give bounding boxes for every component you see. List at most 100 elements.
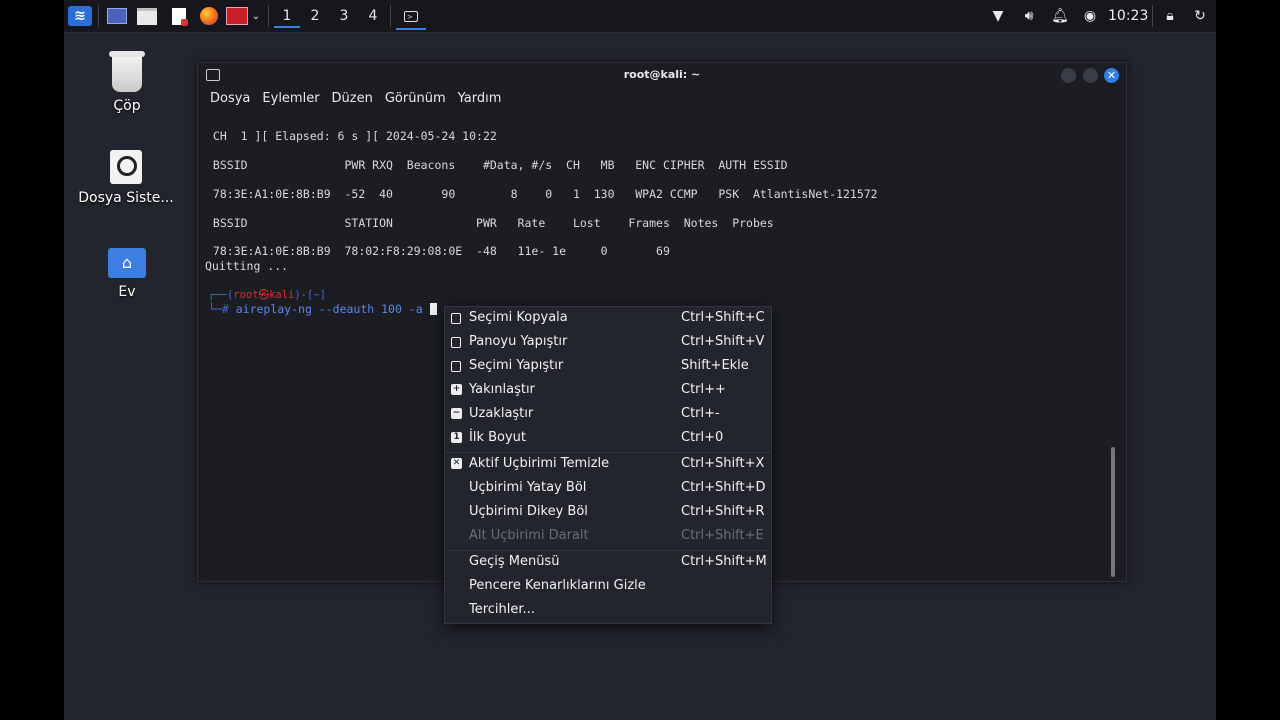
top-panel: ≋ ⌄ 1 2 3 4 > ▼ 🔊︎ 🔔︎ ◉ 10:23 🔒︎ ↻ — [64, 0, 1216, 33]
menu-view[interactable]: Görünüm — [379, 87, 452, 113]
chevron-down-icon[interactable]: ⌄ — [250, 6, 262, 26]
menu-item-label: Alt Uçbirimi Daralt — [469, 528, 589, 543]
prompt-prefix: ┌──( — [208, 289, 234, 301]
prompt-user: root㉿kali — [233, 289, 295, 301]
zoom-in-icon: + — [451, 384, 462, 395]
shell-command-line[interactable]: └─# aireplay-ng --deauth 100 -a — [208, 302, 437, 316]
terminal-output-line: 78:3E:A1:0E:8B:B9 78:02:F8:29:08:0E -48 … — [206, 244, 670, 258]
zoom-out-icon: − — [451, 408, 462, 419]
shell-prompt: ┌──(root㉿kali)-[~] — [208, 287, 326, 302]
power-icon[interactable]: ◉ — [1080, 6, 1100, 26]
panel-separator — [98, 5, 99, 27]
panel-separator — [390, 5, 391, 27]
panel-separator — [1152, 5, 1153, 27]
menu-file[interactable]: Dosya — [204, 87, 256, 113]
desktop-icon-label: Çöp — [113, 98, 141, 114]
shell-command: aireplay-ng --deauth 100 -a — [235, 302, 423, 316]
window-title: root@kali: ~ — [623, 68, 701, 81]
volume-icon[interactable]: 🔊︎ — [1018, 6, 1040, 26]
text-cursor — [429, 303, 437, 315]
menu-item-shortcut: Ctrl+Shift+X — [681, 456, 765, 471]
menu-item-shortcut: Shift+Ekle — [681, 358, 749, 373]
menu-item-zoom-out[interactable]: − Uzaklaştır Ctrl+- — [445, 403, 771, 427]
menu-item-label: Geçiş Menüsü — [469, 554, 560, 569]
desktop-icon-label: Ev — [118, 284, 136, 300]
menu-item-reset-zoom[interactable]: 1 İlk Boyut Ctrl+0 — [445, 427, 771, 451]
prompt-suffix: )-[~] — [294, 289, 326, 301]
close-button[interactable]: ✕ — [1104, 68, 1119, 83]
panel-separator — [268, 5, 269, 27]
terminal-taskbar-button[interactable]: > — [396, 4, 426, 30]
notification-bell-icon[interactable]: 🔔︎ — [1050, 6, 1070, 26]
kali-dragon-icon[interactable]: ≋ — [68, 6, 92, 26]
menu-item-hide-borders[interactable]: Pencere Kenarlıklarını Gizle — [445, 575, 771, 599]
home-folder-icon: ⌂ — [108, 248, 146, 278]
zoom-reset-icon: 1 — [451, 432, 462, 443]
menu-item-shortcut: Ctrl+Shift+D — [681, 480, 766, 495]
terminal-output-line: CH 1 ][ Elapsed: 6 s ][ 2024-05-24 10:22 — [206, 129, 497, 143]
menu-item-clear-terminal[interactable]: ✕ Aktif Uçbirimi Temizle Ctrl+Shift+X — [445, 453, 771, 477]
menu-item-label: Panoyu Yapıştır — [469, 334, 568, 349]
minimize-button[interactable] — [1061, 68, 1076, 83]
terminal-scrollbar[interactable] — [1111, 447, 1115, 577]
menu-item-label: İlk Boyut — [469, 430, 527, 445]
clock[interactable]: 10:23 — [1108, 6, 1148, 26]
workspace-4[interactable]: 4 — [360, 6, 386, 26]
copy-icon — [451, 313, 461, 324]
file-manager-icon[interactable] — [136, 6, 158, 26]
logout-icon[interactable]: ↻ — [1190, 6, 1210, 26]
terminal-icon: > — [404, 10, 418, 22]
text-editor-icon[interactable] — [168, 6, 190, 26]
menu-item-label: Uçbirimi Dikey Böl — [469, 504, 588, 519]
paste-icon — [451, 337, 461, 348]
menu-item-copy-selection[interactable]: Seçimi Kopyala Ctrl+Shift+C — [445, 307, 771, 331]
desktop-icon-home[interactable]: ⌂ Ev — [72, 248, 182, 300]
video-letterbox-right — [1216, 0, 1280, 720]
menu-item-label: Yakınlaştır — [469, 382, 535, 397]
menu-item-label: Uzaklaştır — [469, 406, 534, 421]
desktop-screen: ≋ ⌄ 1 2 3 4 > ▼ 🔊︎ 🔔︎ ◉ 10:23 🔒︎ ↻ Çöp D… — [64, 0, 1216, 720]
firefox-icon[interactable] — [198, 6, 220, 26]
menu-edit[interactable]: Düzen — [326, 87, 379, 113]
desktop-icon[interactable] — [106, 6, 128, 26]
menu-item-paste-clipboard[interactable]: Panoyu Yapıştır Ctrl+Shift+V — [445, 331, 771, 355]
maximize-button[interactable] — [1083, 68, 1098, 83]
drive-icon — [110, 150, 142, 184]
menu-item-label: Aktif Uçbirimi Temizle — [469, 456, 610, 471]
context-menu: Seçimi Kopyala Ctrl+Shift+C Panoyu Yapış… — [444, 306, 772, 624]
paste-selection-icon — [451, 361, 461, 372]
window-titlebar[interactable]: root@kali: ~ ✕ — [198, 63, 1126, 87]
menu-item-shortcut: Ctrl+- — [681, 406, 720, 421]
wifi-icon[interactable]: ▼ — [988, 6, 1008, 26]
workspace-3[interactable]: 3 — [331, 6, 357, 26]
menu-item-shortcut: Ctrl+0 — [681, 430, 724, 445]
desktop-icon-trash[interactable]: Çöp — [72, 51, 182, 114]
screenshot-tool-icon[interactable] — [226, 6, 248, 26]
menu-item-split-horizontal[interactable]: Uçbirimi Yatay Böl Ctrl+Shift+D — [445, 477, 771, 501]
menu-item-shortcut: Ctrl++ — [681, 382, 726, 397]
menu-actions[interactable]: Eylemler — [256, 87, 325, 113]
menu-item-shortcut: Ctrl+Shift+C — [681, 310, 765, 325]
lock-icon[interactable]: 🔒︎ — [1160, 6, 1180, 26]
menu-item-split-vertical[interactable]: Uçbirimi Dikey Böl Ctrl+Shift+R — [445, 501, 771, 525]
terminal-menubar: Dosya Eylemler Düzen Görünüm Yardım — [198, 87, 501, 113]
terminal-output-line: BSSID PWR RXQ Beacons #Data, #/s CH MB E… — [206, 158, 788, 172]
desktop-icon-filesystem[interactable]: Dosya Siste... — [71, 150, 181, 206]
menu-item-shortcut: Ctrl+Shift+R — [681, 504, 765, 519]
menu-item-label: Seçimi Kopyala — [469, 310, 568, 325]
workspace-1[interactable]: 1 — [274, 6, 300, 28]
menu-item-toggle-menu[interactable]: Geçiş Menüsü Ctrl+Shift+M — [445, 551, 771, 575]
menu-item-paste-selection[interactable]: Seçimi Yapıştır Shift+Ekle — [445, 355, 771, 379]
terminal-output-line: 78:3E:A1:0E:8B:B9 -52 40 90 8 0 1 130 WP… — [206, 187, 878, 201]
menu-help[interactable]: Yardım — [452, 87, 508, 113]
menu-item-preferences[interactable]: Tercihler... — [445, 599, 771, 623]
workspace-2[interactable]: 2 — [302, 6, 328, 26]
menu-item-shortcut: Ctrl+Shift+M — [681, 554, 767, 569]
menu-item-label: Seçimi Yapıştır — [469, 358, 564, 373]
clear-icon: ✕ — [451, 458, 462, 469]
trash-icon — [109, 51, 145, 92]
menu-item-label: Tercihler... — [469, 602, 535, 617]
menu-item-zoom-in[interactable]: + Yakınlaştır Ctrl++ — [445, 379, 771, 403]
menu-item-collapse-subterminal: Alt Uçbirimi Daralt Ctrl+Shift+E — [445, 525, 771, 549]
terminal-output-line: Quitting ... — [205, 259, 289, 273]
